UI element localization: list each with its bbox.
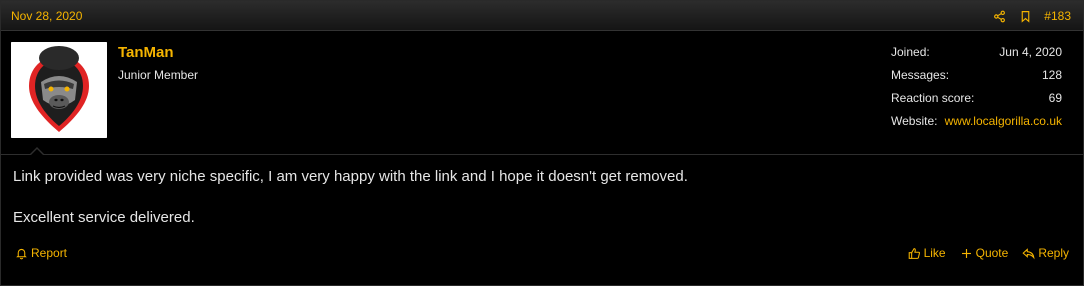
- post-header-actions: #183: [986, 7, 1071, 25]
- reply-button[interactable]: Reply: [1022, 246, 1069, 260]
- post-header: Nov 28, 2020 #183: [1, 1, 1083, 31]
- stat-reaction-label: Reaction score:: [891, 91, 975, 105]
- quote-button[interactable]: Quote: [960, 246, 1009, 260]
- report-button[interactable]: Report: [15, 246, 67, 260]
- user-stats: Joined: Jun 4, 2020 Messages: 128 Reacti…: [891, 45, 1073, 137]
- username-link[interactable]: TanMan: [118, 44, 174, 61]
- message-paragraph: Excellent service delivered.: [13, 209, 195, 226]
- post-number-link[interactable]: #183: [1044, 9, 1071, 23]
- plus-icon: [961, 248, 971, 258]
- forum-post: Nov 28, 2020 #183 TanMan Junior Member J…: [0, 0, 1084, 286]
- stat-messages-label: Messages:: [891, 68, 950, 82]
- like-label: Like: [923, 246, 946, 260]
- stat-joined-value: Jun 4, 2020: [999, 45, 1062, 59]
- thumbs-up-icon: [908, 247, 920, 259]
- message-paragraph: Link provided was very niche specific, I…: [13, 168, 688, 185]
- bookmark-icon[interactable]: [1012, 7, 1038, 25]
- message-pointer-inner: [30, 149, 44, 156]
- gorilla-logo-icon: [11, 42, 107, 138]
- reply-label: Reply: [1038, 246, 1069, 260]
- stat-website-label: Website:: [891, 114, 938, 128]
- reply-icon: [1022, 247, 1035, 259]
- post-date[interactable]: Nov 28, 2020: [11, 9, 82, 23]
- quote-label: Quote: [975, 246, 1009, 260]
- stat-website: Website: www.localgorilla.co.uk: [891, 114, 1073, 137]
- post-footer-actions: Like Quote Reply: [908, 246, 1069, 260]
- avatar[interactable]: [11, 42, 107, 138]
- stat-joined: Joined: Jun 4, 2020: [891, 45, 1073, 68]
- post-footer-left: Report: [15, 246, 67, 260]
- stat-messages-value[interactable]: 128: [1042, 68, 1062, 82]
- bell-icon: [16, 248, 27, 259]
- stat-reaction-value: 69: [1048, 91, 1062, 105]
- post-divider: [1, 154, 1083, 155]
- share-icon[interactable]: [986, 7, 1012, 25]
- user-title: Junior Member: [118, 68, 199, 82]
- stat-joined-label: Joined:: [891, 45, 930, 59]
- website-link[interactable]: www.localgorilla.co.uk: [945, 114, 1062, 128]
- like-button[interactable]: Like: [908, 246, 946, 260]
- report-label: Report: [31, 246, 68, 260]
- stat-reaction-score: Reaction score: 69: [891, 91, 1073, 114]
- message-body: Link provided was very niche specific, I…: [13, 167, 688, 228]
- stat-messages: Messages: 128: [891, 68, 1073, 91]
